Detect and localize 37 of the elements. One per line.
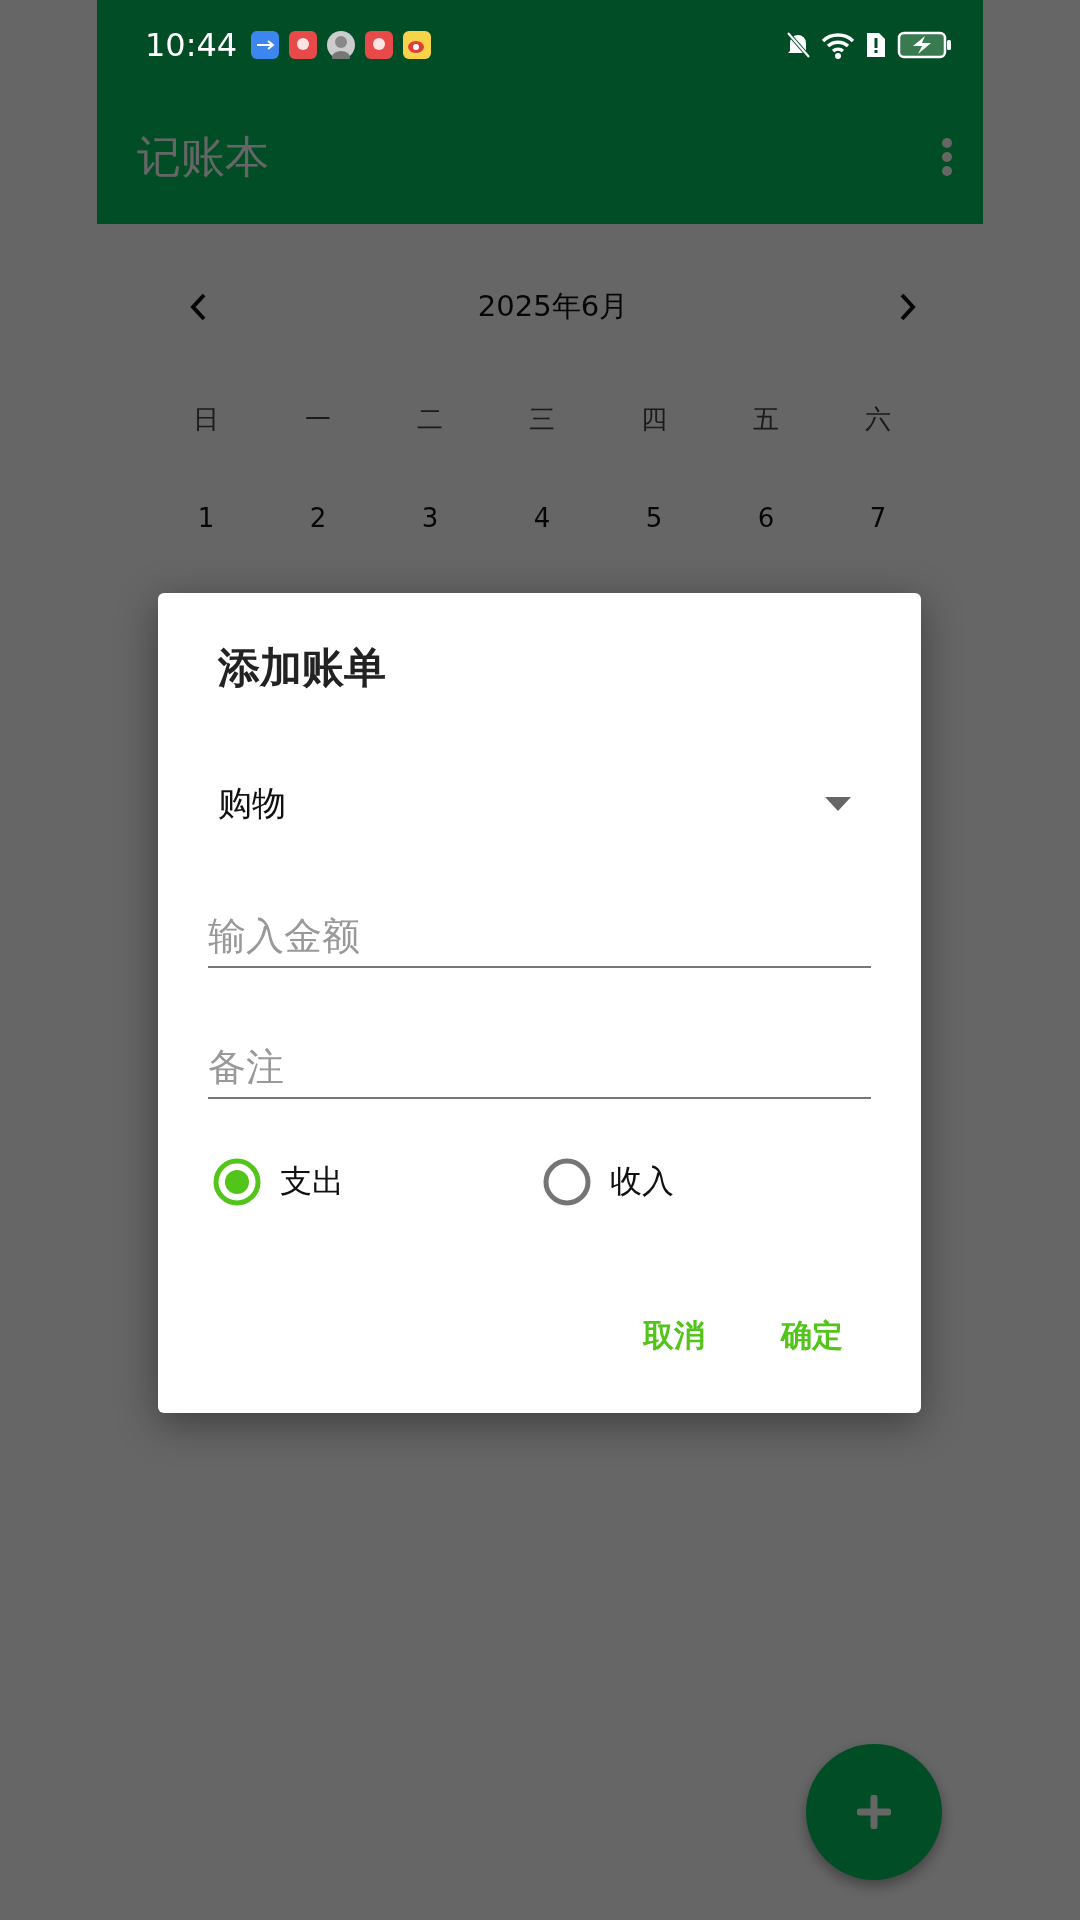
day-cell[interactable]: 4 xyxy=(486,483,598,553)
category-dropdown[interactable]: 购物 xyxy=(208,774,871,834)
type-radio[interactable]: 支出 xyxy=(212,1157,542,1207)
wifi-icon xyxy=(821,31,855,59)
weibo-icon xyxy=(403,31,432,59)
dialog-title: 添加账单 xyxy=(218,642,387,694)
app-icon xyxy=(365,31,394,59)
type-radio[interactable]: 收入 xyxy=(541,1157,871,1207)
day-cell[interactable]: 1 xyxy=(150,483,262,553)
dropdown-arrow-icon xyxy=(825,797,851,811)
day-cell[interactable]: 2 xyxy=(262,483,374,553)
usb-icon xyxy=(251,31,280,59)
app-title: 记账本 xyxy=(137,129,269,184)
weekday-label: 二 xyxy=(416,403,444,436)
chevron-left-icon[interactable] xyxy=(189,292,207,322)
day-cell[interactable]: 3 xyxy=(374,483,486,553)
weekday-label: 日 xyxy=(192,403,220,436)
status-time: 10:44 xyxy=(145,26,238,64)
app-icon xyxy=(289,31,318,59)
weekday-label: 四 xyxy=(640,403,668,436)
bell-off-icon xyxy=(785,31,811,59)
weekday-label: 三 xyxy=(528,403,556,436)
weekday-label: 一 xyxy=(304,403,332,436)
amount-field[interactable]: 输入金额 xyxy=(208,914,871,968)
plus-icon xyxy=(857,1795,891,1829)
weekday-label: 六 xyxy=(864,403,892,436)
sim-alert-icon xyxy=(865,31,887,59)
day-cell[interactable]: 5 xyxy=(598,483,710,553)
weekday-label: 五 xyxy=(752,403,780,436)
day-cell[interactable]: 7 xyxy=(822,483,934,553)
chevron-right-icon[interactable] xyxy=(899,292,917,322)
month-label: 2025年6月 xyxy=(477,288,629,325)
dialog-button[interactable]: 取消 xyxy=(625,1301,723,1371)
dialog-button[interactable]: 确定 xyxy=(763,1301,861,1371)
note-field[interactable]: 备注 xyxy=(208,1045,871,1099)
battery-icon xyxy=(897,31,953,59)
day-cell[interactable]: 6 xyxy=(710,483,822,553)
